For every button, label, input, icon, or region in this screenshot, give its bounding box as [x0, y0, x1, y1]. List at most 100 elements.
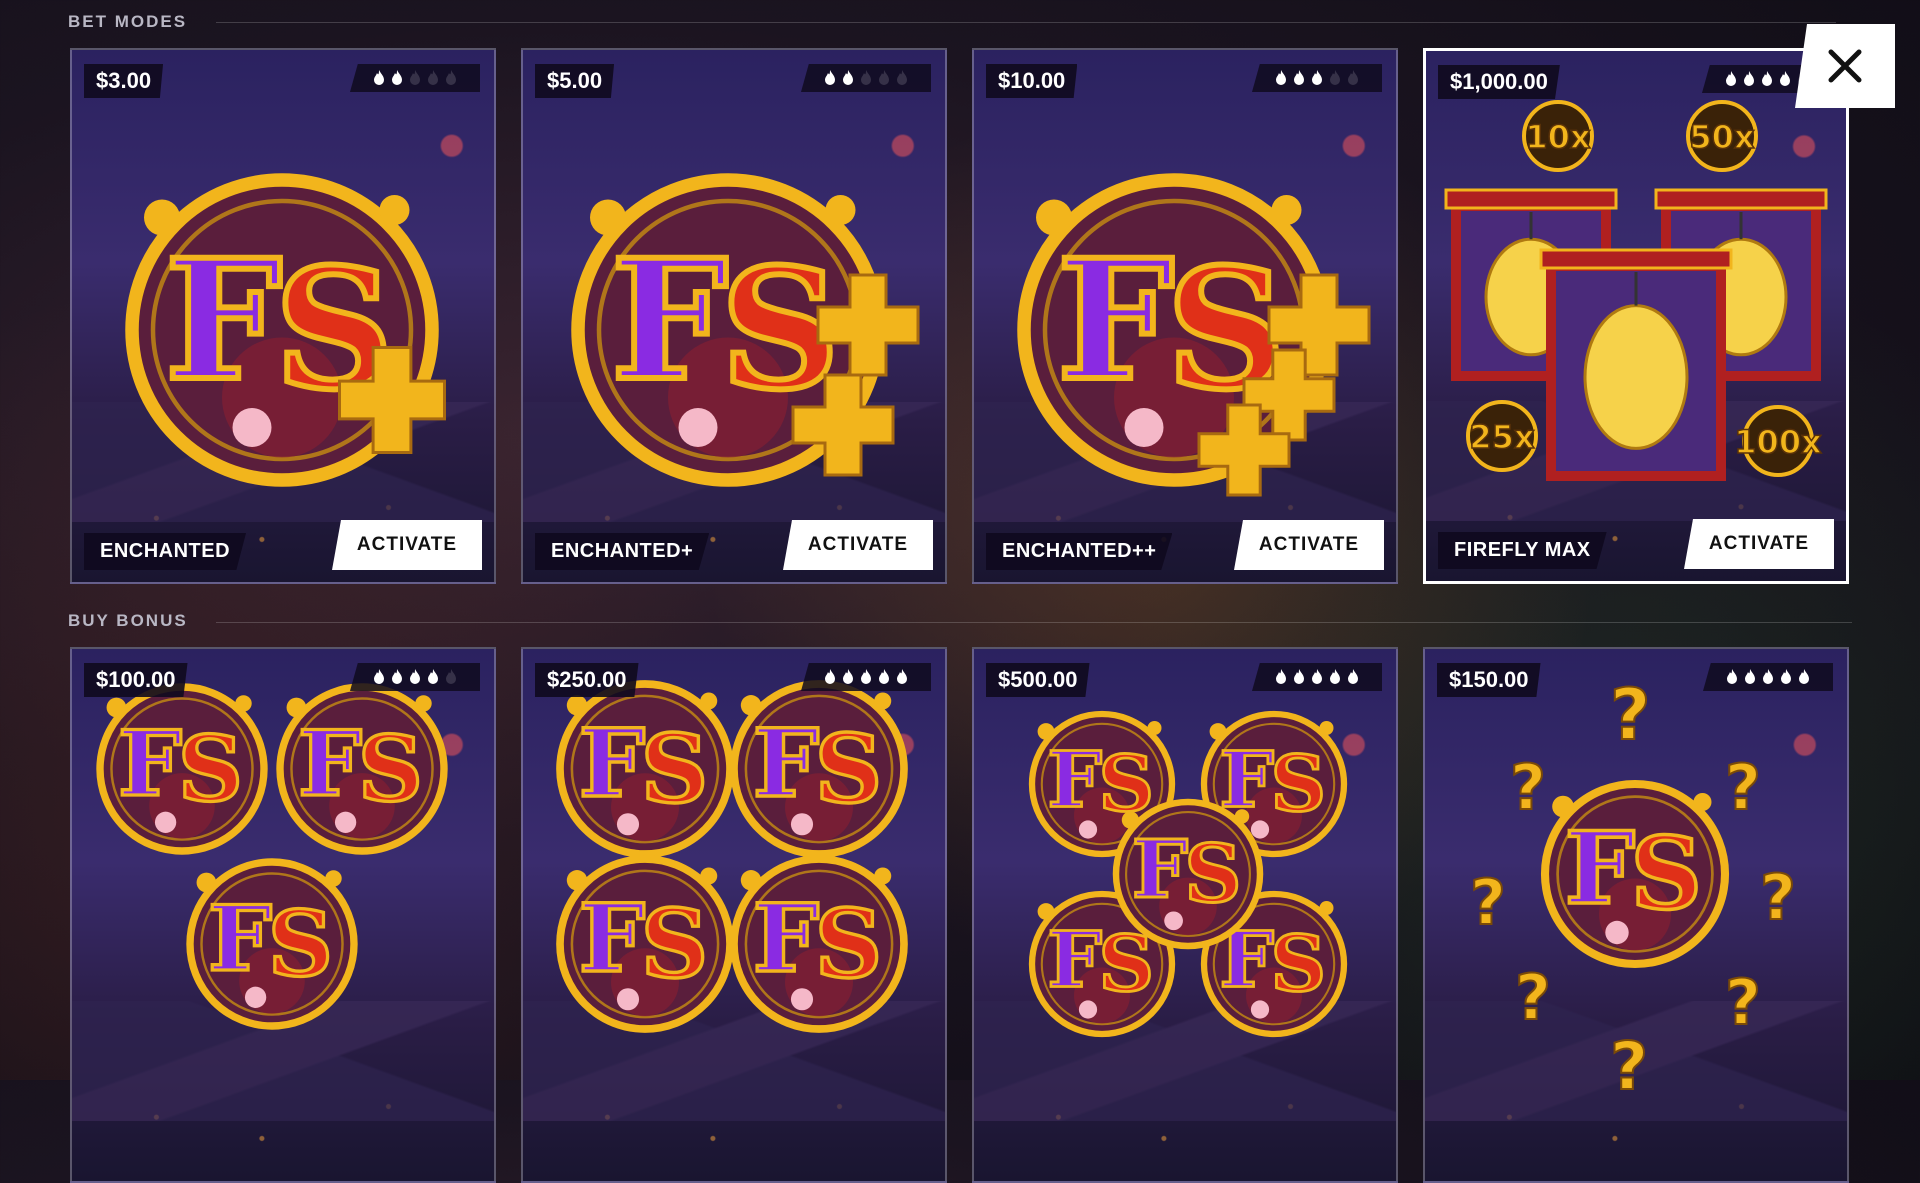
volatility-indicator	[1703, 663, 1833, 691]
flame-icon	[1312, 70, 1322, 85]
question-mark-icon: ?	[1610, 674, 1651, 756]
svg-text:F: F	[208, 886, 272, 992]
svg-text:S: S	[641, 889, 709, 999]
mode-name-label: ENCHANTED+	[535, 533, 710, 570]
flame-icon	[861, 669, 871, 684]
question-mark-icon: ?	[1510, 751, 1546, 824]
fs-medallion-icon: F S	[730, 855, 908, 1033]
price-tag: $100.00	[84, 663, 188, 697]
question-mark-icon: ?	[1515, 961, 1551, 1034]
buy_bonus-card[interactable]: F S F S F S F S $250.00	[521, 647, 947, 1183]
svg-text:S: S	[641, 714, 709, 824]
flame-icon	[1348, 669, 1358, 684]
flame-icon	[1727, 669, 1737, 684]
activate-button[interactable]: ACTIVATE	[332, 520, 482, 570]
flame-icon	[1745, 669, 1755, 684]
svg-text:S: S	[358, 716, 423, 822]
price-tag: $5.00	[535, 64, 615, 98]
fs-medallion-icon: F S	[276, 683, 448, 855]
flame-icon	[843, 669, 853, 684]
mode-name-label: ENCHANTED++	[986, 533, 1173, 570]
svg-text:F: F	[298, 711, 362, 817]
volatility-indicator	[801, 663, 931, 691]
activate-button[interactable]: ACTIVATE	[1234, 520, 1384, 570]
flame-icon	[861, 70, 871, 85]
buy_bonus-card[interactable]: F S ???????? $150.00	[1423, 647, 1849, 1183]
flame-icon	[897, 669, 907, 684]
flame-icon	[1726, 71, 1736, 86]
price-tag: $3.00	[84, 64, 164, 98]
svg-text:F: F	[118, 711, 182, 817]
fs-medallion-icon: F S	[186, 858, 358, 1030]
close-button[interactable]	[1795, 24, 1895, 108]
mode-name-label: ENCHANTED	[84, 533, 247, 570]
card-art: F S	[125, 173, 446, 487]
flame-icon	[392, 669, 402, 684]
buy_bonus-card[interactable]: F S F S F S F S F S $500.00	[972, 647, 1398, 1183]
section-label-buy-bonus: BUY BONUS	[68, 611, 188, 630]
question-mark-icon: ?	[1610, 1028, 1648, 1105]
price-tag: $250.00	[535, 663, 639, 697]
price-tag: $500.00	[986, 663, 1090, 697]
flame-icon	[374, 669, 384, 684]
flame-icon	[374, 70, 384, 85]
activate-button[interactable]: ACTIVATE	[1684, 519, 1834, 569]
flame-icon	[1781, 669, 1791, 684]
svg-text:S: S	[1184, 827, 1241, 920]
svg-text:S: S	[1631, 816, 1703, 932]
card-art: F S F S F S F S	[556, 680, 908, 1033]
card-art: F S ????????	[1469, 673, 1797, 1106]
flame-icon	[428, 70, 438, 85]
multiplier-badge-icon: 50x	[1686, 100, 1758, 172]
question-mark-icon: ?	[1470, 866, 1506, 939]
fs-medallion-icon: F S	[1112, 798, 1264, 950]
flame-icon	[879, 70, 889, 85]
lantern-frame-icon	[1539, 248, 1733, 481]
card-art: F S F S F S	[96, 683, 448, 1030]
flame-icon	[410, 70, 420, 85]
svg-text:F: F	[579, 709, 645, 819]
bet_modes-card[interactable]: F S $5.00 ENCHANTED+ ACTIVATE	[521, 48, 947, 584]
bet_modes-card[interactable]: F S $3.00 ENCHANTED ACTIVATE	[70, 48, 496, 584]
flame-icon	[825, 669, 835, 684]
flame-icon	[1780, 71, 1790, 86]
svg-text:F: F	[1047, 915, 1102, 1005]
flame-icon	[879, 669, 889, 684]
svg-text:F: F	[753, 709, 819, 819]
volatility-indicator	[1252, 663, 1382, 691]
volatility-indicator	[350, 663, 480, 691]
svg-text:S: S	[1271, 920, 1327, 1010]
question-mark-icon: ?	[1725, 751, 1761, 824]
flame-icon	[1744, 71, 1754, 86]
card-art: F S F S F S F S F S	[1028, 710, 1348, 1038]
svg-text:100x: 100x	[1734, 423, 1822, 461]
svg-text:25x: 25x	[1469, 418, 1535, 456]
flame-icon	[392, 70, 402, 85]
svg-text:S: S	[815, 714, 883, 824]
flame-icon	[446, 70, 456, 85]
fs-medallion-icon: F S	[556, 680, 734, 858]
bet_modes-card[interactable]: 10x 50x 25x 100x $1,000.00 FIREFLY MAX A…	[1423, 48, 1849, 584]
flame-icon	[1294, 70, 1304, 85]
flame-icon	[410, 669, 420, 684]
buy_bonus-card[interactable]: F S F S F S $100.00	[70, 647, 496, 1183]
fs-medallion-icon: F S	[556, 855, 734, 1033]
multiplier-badge-icon: 100x	[1734, 405, 1823, 477]
bet_modes-card[interactable]: F S $10.00 ENCHANTED++ ACTIVATE	[972, 48, 1398, 584]
svg-text:10x: 10x	[1525, 118, 1591, 156]
svg-text:S: S	[268, 891, 333, 997]
close-icon	[1828, 49, 1862, 83]
svg-text:F: F	[1565, 811, 1635, 927]
price-tag: $150.00	[1437, 663, 1541, 697]
activate-button[interactable]: ACTIVATE	[783, 520, 933, 570]
section-divider	[216, 622, 1852, 623]
flame-icon	[446, 669, 456, 684]
flame-icon	[1312, 669, 1322, 684]
flame-icon	[1276, 669, 1286, 684]
svg-text:F: F	[1057, 223, 1174, 417]
flame-icon	[1330, 669, 1340, 684]
question-mark-icon: ?	[1725, 966, 1761, 1039]
svg-text:F: F	[1047, 735, 1102, 825]
fs-medallion-icon: F S	[96, 683, 268, 855]
flame-icon	[428, 669, 438, 684]
